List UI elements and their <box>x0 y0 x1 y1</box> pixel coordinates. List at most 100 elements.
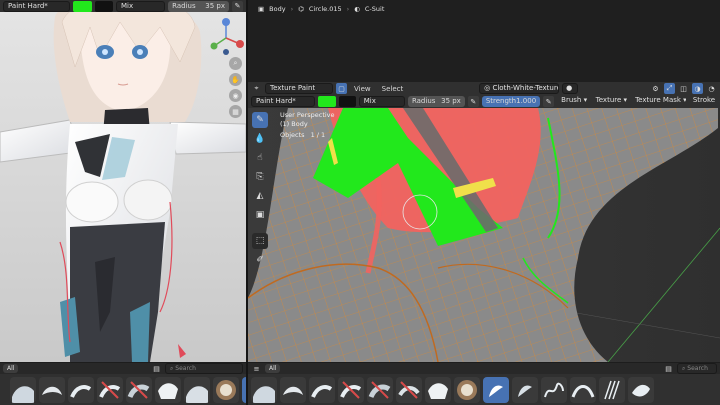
right-display-settings-icon[interactable]: ▤ <box>663 363 674 374</box>
select-box-tool-icon[interactable]: ⬚ <box>252 233 268 249</box>
left-render-viewport[interactable]: ⌕ ✋ ◉ ▦ <box>0 12 246 362</box>
brush-thumb-texture[interactable] <box>213 376 239 403</box>
editor-header: ⌖ Texture Paint ▢ View Select ◎ Cloth-Wh… <box>248 82 720 95</box>
xray-icon[interactable]: ◫ <box>678 83 689 94</box>
visibility-icon[interactable]: ⚙ <box>650 83 661 94</box>
view-name: User Perspective <box>280 111 335 119</box>
mode-dropdown[interactable]: Texture Paint <box>265 83 333 94</box>
viewport-info: User Perspective (1) Body Objects 1 / 1 <box>280 111 335 140</box>
viewport-shading-icon[interactable]: ◑ <box>692 83 704 94</box>
nav-gizmo[interactable] <box>208 16 244 56</box>
brush-preview-icon <box>283 386 303 395</box>
paint-mask-icon[interactable]: ▢ <box>336 83 347 94</box>
shading-dropdown[interactable]: ● <box>562 83 579 94</box>
brush-thumb-paint-soft[interactable] <box>512 376 538 403</box>
brush-preview-icon <box>457 379 477 400</box>
left-secondary-color[interactable] <box>95 0 113 12</box>
brush-preview-icon <box>158 382 178 399</box>
brush-menu[interactable]: Brush ▾ <box>557 96 589 107</box>
right-shelf-search[interactable]: ⌕ Search <box>677 363 717 374</box>
brush-thumb-erase-hard[interactable] <box>97 376 123 403</box>
brush-thumb-fill[interactable] <box>425 376 451 403</box>
tool-separator <box>252 226 272 230</box>
brush-thumb-erase-hard[interactable] <box>338 376 364 403</box>
hamburger-menu-icon[interactable]: ≡ <box>251 363 262 374</box>
brush-thumb-mask[interactable] <box>184 376 210 403</box>
brush-preview-icon <box>340 380 362 399</box>
radius-pressure-icon[interactable]: ✎ <box>467 96 479 107</box>
strength-field[interactable]: Strength 1.000 <box>481 96 541 107</box>
left-radius-field[interactable]: Radius 35 px <box>168 0 229 12</box>
annotate-tool-icon[interactable]: ✐ <box>252 252 268 268</box>
breadcrumb: ▣ Body › ⌬ Circle.015 › ◐ C-Suit <box>258 5 384 13</box>
camera-icon[interactable]: ◉ <box>229 89 242 102</box>
top-viewport-area: ▣ Body › ⌬ Circle.015 › ◐ C-Suit <box>248 0 720 82</box>
brush-thumb-scratch[interactable] <box>599 376 625 403</box>
texture-slot-dropdown[interactable]: ◎ Cloth-White-Texture <box>479 83 560 94</box>
left-tool-header: Paint Hard* Mix Radius 35 px ✎ <box>0 0 246 12</box>
texture-menu[interactable]: Texture ▾ <box>591 96 629 107</box>
brush-dropdown[interactable]: Paint Hard* <box>251 96 316 107</box>
brush-preview-icon <box>70 384 92 398</box>
nav-buttons: ⌕ ✋ ◉ ▦ <box>229 57 242 118</box>
zoom-icon[interactable]: ⌕ <box>229 57 242 70</box>
left-shelf-header: All ▤ ⌕ Search <box>0 363 246 374</box>
mask-tool-icon[interactable]: ▣ <box>252 207 268 223</box>
clone-tool-icon[interactable]: ⎘ <box>252 169 268 185</box>
left-shelf-search[interactable]: ⌕ Search <box>165 363 243 374</box>
left-primary-color[interactable] <box>72 0 93 12</box>
blend-dropdown[interactable]: Mix <box>358 96 405 107</box>
brush-preview-icon <box>398 380 420 399</box>
brush-thumb-fill[interactable] <box>155 376 181 403</box>
brush-thumb-erase-mix[interactable] <box>396 376 422 403</box>
soften-tool-icon[interactable]: 💧 <box>252 131 268 147</box>
chevron-right-icon: › <box>290 5 294 13</box>
brush-thumb-clone[interactable] <box>68 376 94 403</box>
axis-gizmo-icon <box>210 18 244 55</box>
right-shelf-header: ≡ All ▤ ⌕ Search <box>248 363 720 374</box>
brush-menu-label: Brush <box>561 96 582 104</box>
tool-header: Paint Hard* Mix Radius 35 px ✎ Strength … <box>248 95 720 108</box>
brush-thumb-airbrush[interactable] <box>541 376 567 403</box>
brush-thumb-ink[interactable] <box>628 376 654 403</box>
tool-shelf: ✎ 💧 ☝ ⎘ ◭ ▣ ⬚ ✐ <box>252 112 272 268</box>
editor-type-icon[interactable]: ⌖ <box>251 83 262 94</box>
left-shelf-tab-all[interactable]: All <box>3 364 19 373</box>
view-menu[interactable]: View <box>350 85 375 93</box>
brush-thumb-blur[interactable] <box>10 376 36 403</box>
brush-thumb-erase-soft[interactable] <box>367 376 393 403</box>
brush-thumb-texture[interactable] <box>454 376 480 403</box>
gizmo-icon[interactable]: ⤢ <box>664 83 676 94</box>
paint-viewport[interactable]: ✎ 💧 ☝ ⎘ ◭ ▣ ⬚ ✐ User Perspective (1) Bod… <box>248 108 720 362</box>
left-display-settings-icon[interactable]: ▤ <box>151 363 162 374</box>
strength-label: Strength <box>485 97 517 105</box>
brush-thumb-smear[interactable] <box>280 376 306 403</box>
left-brush-dropdown[interactable]: Paint Hard* <box>3 0 70 12</box>
secondary-color[interactable] <box>339 96 356 107</box>
pen-pressure-icon[interactable]: ✎ <box>232 0 243 12</box>
brush-thumb-smear[interactable] <box>39 376 65 403</box>
select-menu[interactable]: Select <box>378 85 408 93</box>
brush-thumb-pencil[interactable] <box>570 376 596 403</box>
pan-hand-icon[interactable]: ✋ <box>229 73 242 86</box>
brush-thumb-erase-soft[interactable] <box>126 376 152 403</box>
radius-field[interactable]: Radius 35 px <box>407 96 465 107</box>
overlay-icon[interactable]: ◔ <box>706 83 717 94</box>
primary-color[interactable] <box>318 96 337 107</box>
brush-thumb-blur[interactable] <box>251 376 277 403</box>
strength-pressure-icon[interactable]: ✎ <box>543 96 555 107</box>
brush-preview-icon <box>311 384 333 398</box>
right-shelf-tab-all[interactable]: All <box>265 364 281 373</box>
brush-thumb-clone[interactable] <box>309 376 335 403</box>
stroke-menu[interactable]: Stroke <box>688 96 718 107</box>
brush-preview-icon <box>632 384 650 396</box>
brush-thumb-paint-hard-active[interactable] <box>483 376 509 403</box>
texture-mask-menu[interactable]: Texture Mask ▾ <box>631 96 686 107</box>
brush-preview-icon <box>253 385 275 403</box>
smear-tool-icon[interactable]: ☝ <box>252 150 268 166</box>
left-blend-dropdown[interactable]: Mix <box>115 0 166 12</box>
draw-tool-icon[interactable]: ✎ <box>252 112 268 128</box>
fill-tool-icon[interactable]: ◭ <box>252 188 268 204</box>
grid-icon[interactable]: ▦ <box>229 105 242 118</box>
brush-preview-icon <box>127 380 150 399</box>
